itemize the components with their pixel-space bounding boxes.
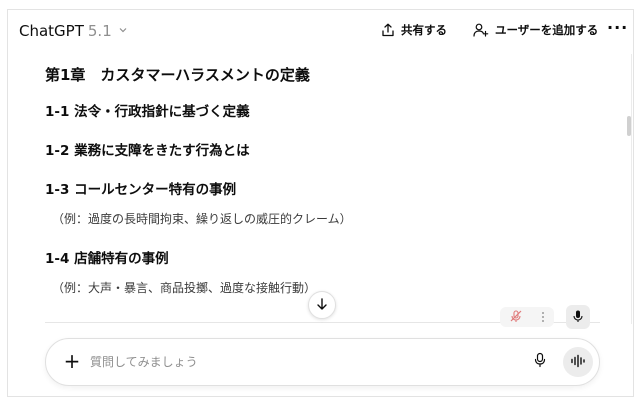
add-user-label: ユーザーを追加する bbox=[495, 23, 599, 37]
prompt-input[interactable] bbox=[90, 352, 510, 372]
dictate-button[interactable] bbox=[530, 351, 550, 373]
share-label: 共有する bbox=[401, 23, 447, 37]
top-bar: ChatGPT 5.1 共有する ユーザーを追加する ··· bbox=[7, 10, 634, 52]
add-user-button[interactable]: ユーザーを追加する bbox=[473, 22, 598, 38]
composer: + bbox=[45, 338, 600, 386]
microphone-icon bbox=[571, 308, 585, 327]
arrow-down-icon bbox=[315, 296, 329, 315]
model-version: 5.1 bbox=[87, 22, 112, 40]
voice-toolbar bbox=[500, 307, 554, 327]
voice-mode-button[interactable] bbox=[563, 347, 593, 377]
more-icon[interactable]: ··· bbox=[607, 18, 628, 37]
chapter-title: 第1章 カスタマーハラスメントの定義 bbox=[45, 66, 310, 84]
attach-plus-button[interactable]: + bbox=[60, 349, 84, 373]
voice-waveform-icon bbox=[570, 353, 586, 372]
model-name: ChatGPT bbox=[19, 22, 84, 40]
section-heading: 1-1 法令・行政指針に基づく定義 bbox=[45, 104, 250, 120]
chevron-down-icon bbox=[118, 25, 128, 38]
scrollbar-thumb[interactable] bbox=[627, 116, 631, 136]
section-heading: 1-3 コールセンター特有の事例 bbox=[45, 182, 237, 198]
microphone-button[interactable] bbox=[566, 305, 590, 329]
model-selector[interactable]: ChatGPT 5.1 bbox=[19, 22, 128, 40]
microphone-icon bbox=[533, 352, 547, 372]
add-user-icon bbox=[473, 23, 489, 37]
vertical-dots-icon[interactable] bbox=[540, 308, 546, 327]
share-button[interactable]: 共有する bbox=[381, 22, 447, 38]
message-content: 第1章 カスタマーハラスメントの定義 1-1 法令・行政指針に基づく定義 1-2… bbox=[45, 54, 605, 322]
section-heading: 1-4 店舗特有の事例 bbox=[45, 251, 169, 267]
section-heading: 1-2 業務に支障をきたす行為とは bbox=[45, 143, 250, 159]
scroll-track bbox=[631, 54, 632, 324]
scroll-to-bottom-button[interactable] bbox=[308, 291, 336, 319]
share-icon bbox=[381, 23, 395, 37]
mic-off-icon[interactable] bbox=[509, 308, 523, 327]
section-example: （例：過度の長時間拘束、繰り返しの威圧的クレーム） bbox=[52, 212, 352, 226]
section-example: （例：大声・暴言、商品投擲、過度な接触行動） bbox=[52, 281, 317, 295]
